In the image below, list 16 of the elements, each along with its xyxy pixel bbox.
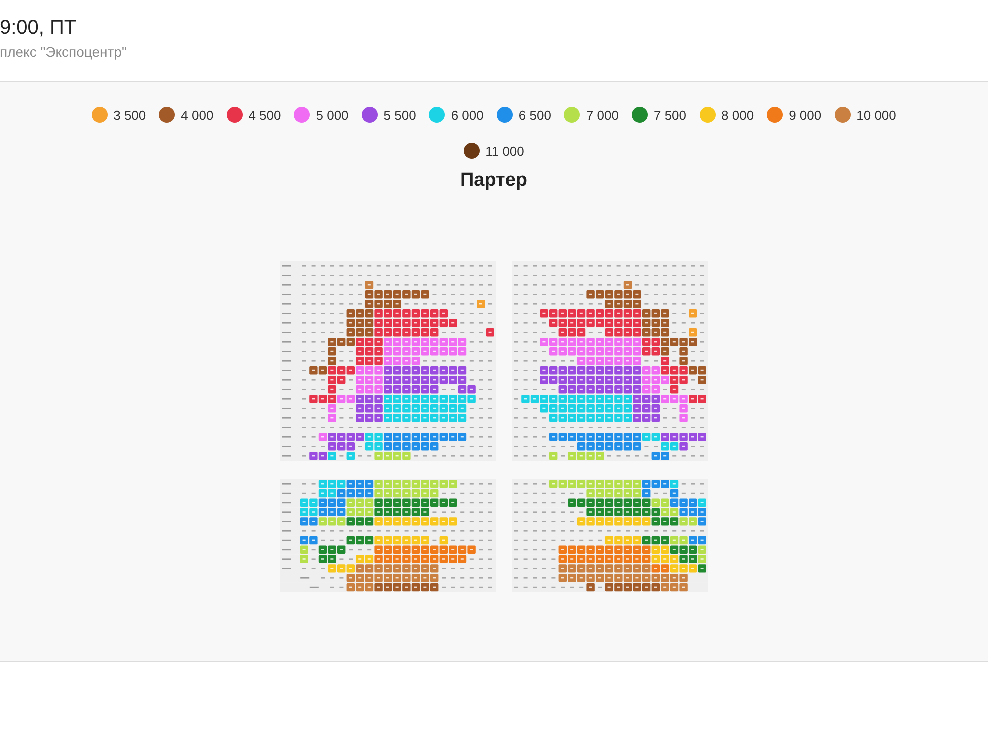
event-title: 9:00, ПТ: [0, 17, 77, 40]
price-label: 3 500: [114, 108, 146, 122]
price-label: 4 000: [181, 108, 214, 122]
price-label: 10 000: [856, 108, 896, 122]
price-label: 7 500: [654, 108, 687, 122]
price-label: 9 000: [789, 108, 822, 122]
price-label: 11 000: [486, 144, 524, 158]
price-label: 8 000: [722, 108, 754, 122]
price-label: 5 500: [384, 108, 416, 122]
price-label: 6 000: [451, 108, 484, 122]
hall-title: Партер: [460, 170, 528, 192]
price-label: 5 000: [316, 108, 349, 122]
price-label: 6 500: [518, 108, 552, 122]
price-label: 4 500: [248, 108, 282, 122]
venue-name: плекс "Экспоцентр": [0, 44, 127, 60]
price-label: 7 000: [586, 108, 619, 122]
